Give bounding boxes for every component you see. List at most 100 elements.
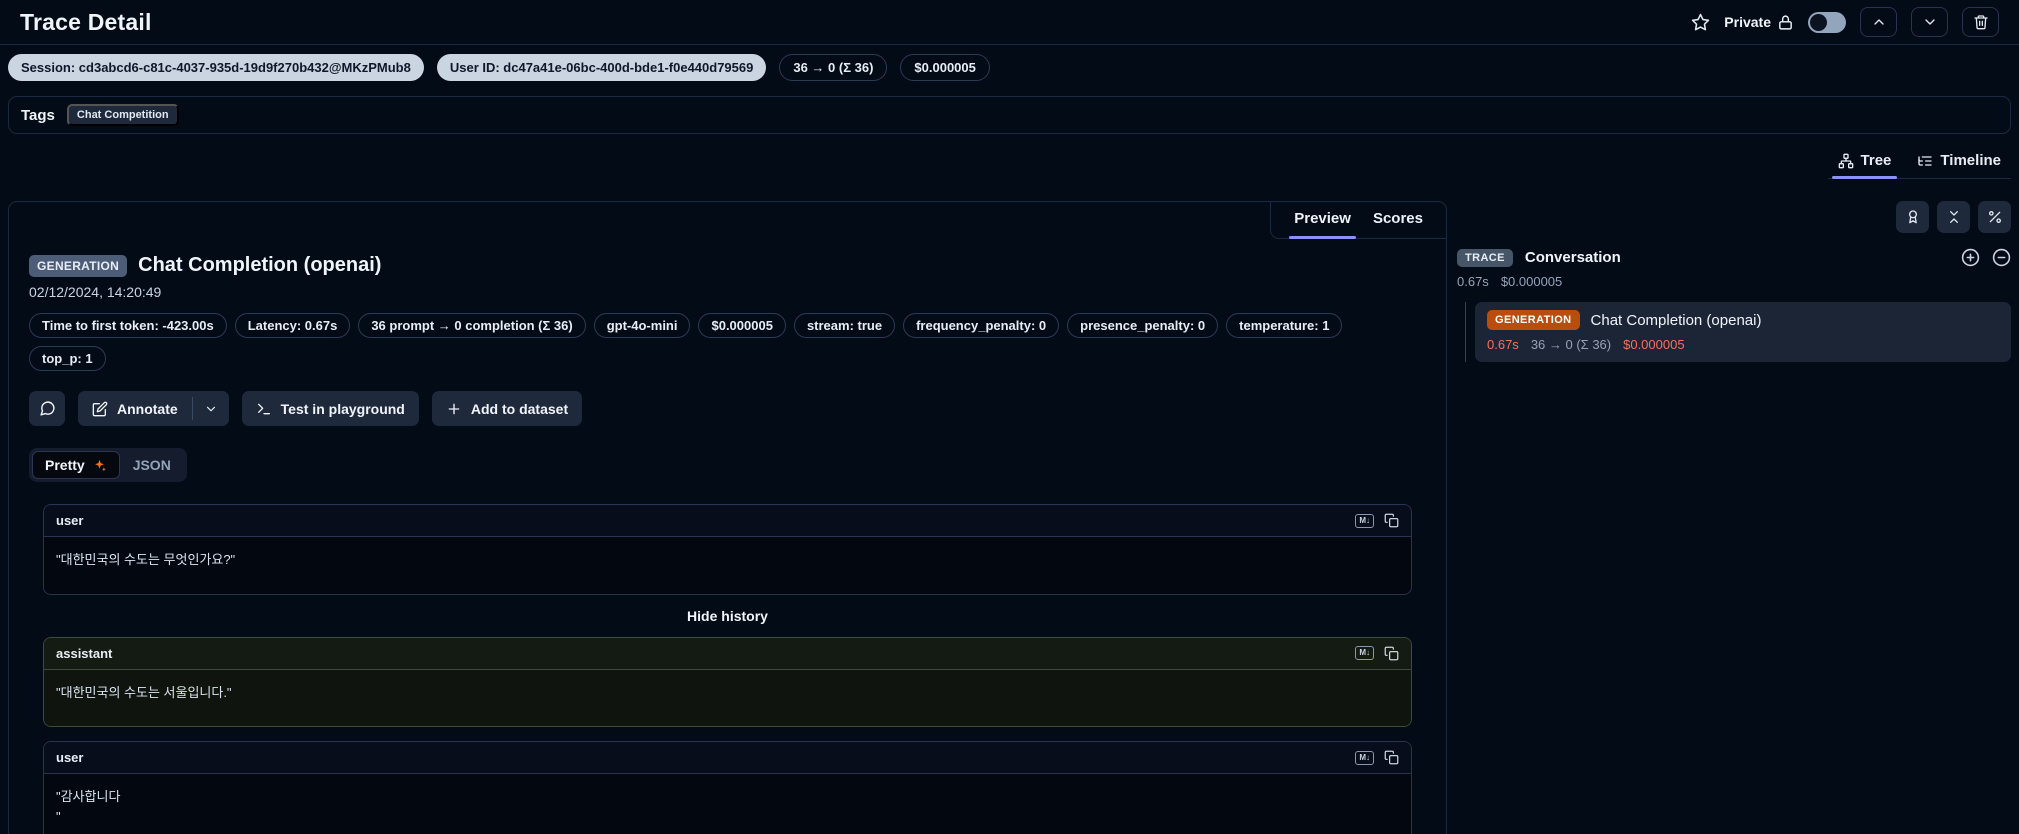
tab-timeline[interactable]: Timeline [1907, 146, 2011, 178]
tree-icon [1838, 153, 1854, 169]
edit-pen-icon [92, 401, 108, 417]
message-panel-assistant: assistant M↓ "대한민국의 수도는 서울입니다." [43, 636, 1412, 727]
message-role: assistant [56, 645, 113, 661]
copy-icon[interactable] [1384, 513, 1399, 528]
copy-icon[interactable] [1384, 646, 1399, 661]
view-tabs: Tree Timeline [1827, 146, 2011, 179]
chevron-up-icon [1871, 14, 1887, 30]
toggle-knob [1810, 13, 1827, 31]
chevron-down-icon [204, 402, 218, 416]
tree-connector-line [1465, 302, 1466, 362]
message-header: user M↓ [44, 505, 1411, 537]
tab-scores[interactable]: Scores [1364, 202, 1432, 238]
session-badge[interactable]: Session: cd3abcd6-c81c-4037-935d-19d9f27… [8, 54, 424, 81]
tree-node-wrap: GENERATION Chat Completion (openai) 0.67… [1457, 302, 2011, 362]
tab-json[interactable]: JSON [120, 451, 184, 479]
total-cost-badge: $0.000005 [900, 54, 990, 81]
page-title: Trace Detail [20, 8, 152, 35]
hide-history-button[interactable]: Hide history [687, 608, 768, 624]
card-tabs: Preview Scores [1270, 202, 1446, 239]
message-role: user [56, 513, 84, 528]
generation-type-badge: GENERATION [1487, 310, 1580, 330]
privacy-label: Private [1724, 14, 1771, 30]
meta-badge: top_p: 1 [29, 346, 106, 371]
node-metrics: 0.67s 36 → 0 (Σ 36) $0.000005 [1487, 337, 1999, 352]
node-title: Chat Completion (openai) [1590, 311, 1762, 329]
trace-title: Conversation [1524, 249, 1621, 266]
meta-badge: stream: true [793, 313, 896, 338]
next-trace-button[interactable] [1911, 7, 1948, 37]
timeline-icon [1917, 153, 1933, 169]
user-id-badge[interactable]: User ID: dc47a41e-06bc-400d-bde1-f0e440d… [436, 54, 767, 81]
expand-all-icon[interactable] [1961, 248, 1980, 267]
generation-node-row[interactable]: GENERATION Chat Completion (openai) 0.67… [1475, 302, 2011, 362]
test-in-playground-button[interactable]: Test in playground [241, 391, 419, 426]
format-toggle: Pretty JSON [29, 448, 187, 482]
meta-badge: temperature: 1 [1226, 313, 1343, 338]
meta-badge: frequency_penalty: 0 [903, 313, 1060, 338]
markdown-toggle-icon[interactable]: M↓ [1355, 646, 1374, 660]
message-header: user M↓ [44, 742, 1411, 774]
trace-type-badge: TRACE [1457, 248, 1513, 267]
comments-button[interactable] [29, 391, 65, 426]
delete-trace-button[interactable] [1962, 7, 1999, 37]
message-tools: M↓ [1355, 750, 1399, 765]
add-to-dataset-button[interactable]: Add to dataset [431, 391, 583, 426]
trace-cost: $0.000005 [1500, 274, 1563, 289]
node-header: GENERATION Chat Completion (openai) [1487, 310, 1999, 330]
pretty-label: Pretty [45, 457, 85, 473]
generation-type-badge: GENERATION [29, 254, 128, 277]
trace-root-row[interactable]: TRACE Conversation [1457, 248, 2011, 267]
add-to-dataset-label: Add to dataset [470, 400, 569, 417]
tab-tree-label: Tree [1860, 152, 1892, 169]
trace-latency: 0.67s [1457, 274, 1489, 289]
message-role: user [56, 750, 84, 765]
node-latency: 0.67s [1487, 337, 1519, 352]
markdown-toggle-icon[interactable]: M↓ [1355, 513, 1374, 528]
top-bar: Trace Detail Private [0, 0, 2019, 45]
lock-icon [1777, 14, 1794, 31]
message-panel-user-1: user M↓ "대한민국의 수도는 무엇인가요?" [43, 504, 1412, 595]
tab-preview[interactable]: Preview [1285, 202, 1360, 239]
tab-timeline-label: Timeline [1940, 152, 2001, 169]
tab-pretty[interactable]: Pretty [32, 451, 120, 479]
scores-toggle-button[interactable] [1896, 201, 1929, 233]
tab-tree[interactable]: Tree [1828, 146, 1902, 179]
annotate-label: Annotate [117, 400, 178, 417]
public-toggle[interactable] [1808, 11, 1846, 33]
metrics-percent-button[interactable] [1978, 201, 2011, 233]
bookmark-star-button[interactable] [1691, 13, 1710, 32]
message-content: "대한민국의 수도는 무엇인가요?" [44, 537, 1411, 594]
tree-actions [1457, 201, 2011, 233]
trace-metrics: 0.67s $0.000005 [1457, 274, 2011, 289]
previous-trace-button[interactable] [1860, 7, 1897, 37]
annotate-split-button: Annotate [78, 391, 229, 426]
plus-icon [446, 401, 462, 417]
top-bar-actions: Private [1691, 7, 1999, 37]
copy-icon[interactable] [1384, 750, 1399, 765]
percent-icon [1987, 209, 2003, 225]
meta-badge: $0.000005 [698, 313, 786, 338]
collapse-all-icon[interactable] [1992, 248, 2011, 267]
annotate-dropdown-button[interactable] [192, 391, 229, 426]
collapse-all-button[interactable] [1937, 201, 1970, 233]
view-tabs-row: Tree Timeline [0, 134, 2019, 179]
message-content: "대한민국의 수도는 서울입니다." [44, 669, 1411, 726]
message-tools: M↓ [1355, 513, 1399, 528]
tag-chip[interactable]: Chat Competition [66, 104, 179, 126]
observation-timestamp: 02/12/2024, 14:20:49 [29, 284, 162, 300]
message-tools: M↓ [1355, 646, 1399, 661]
node-tokens: 36 → 0 (Σ 36) [1530, 337, 1612, 352]
node-cost: $0.000005 [1623, 337, 1685, 352]
message-header: assistant M↓ [44, 637, 1411, 670]
card-content: GENERATION Chat Completion (openai) 02/1… [9, 202, 1446, 834]
observation-title: Chat Completion (openai) [138, 254, 382, 276]
terminal-icon [256, 401, 272, 417]
message-content: "감사합니다 " [44, 774, 1411, 834]
trash-icon [1973, 14, 1989, 30]
annotate-button[interactable]: Annotate [78, 391, 192, 426]
chevron-down-icon [1922, 14, 1938, 30]
markdown-toggle-icon[interactable]: M↓ [1355, 750, 1374, 765]
meta-badge: Latency: 0.67s [234, 313, 351, 338]
